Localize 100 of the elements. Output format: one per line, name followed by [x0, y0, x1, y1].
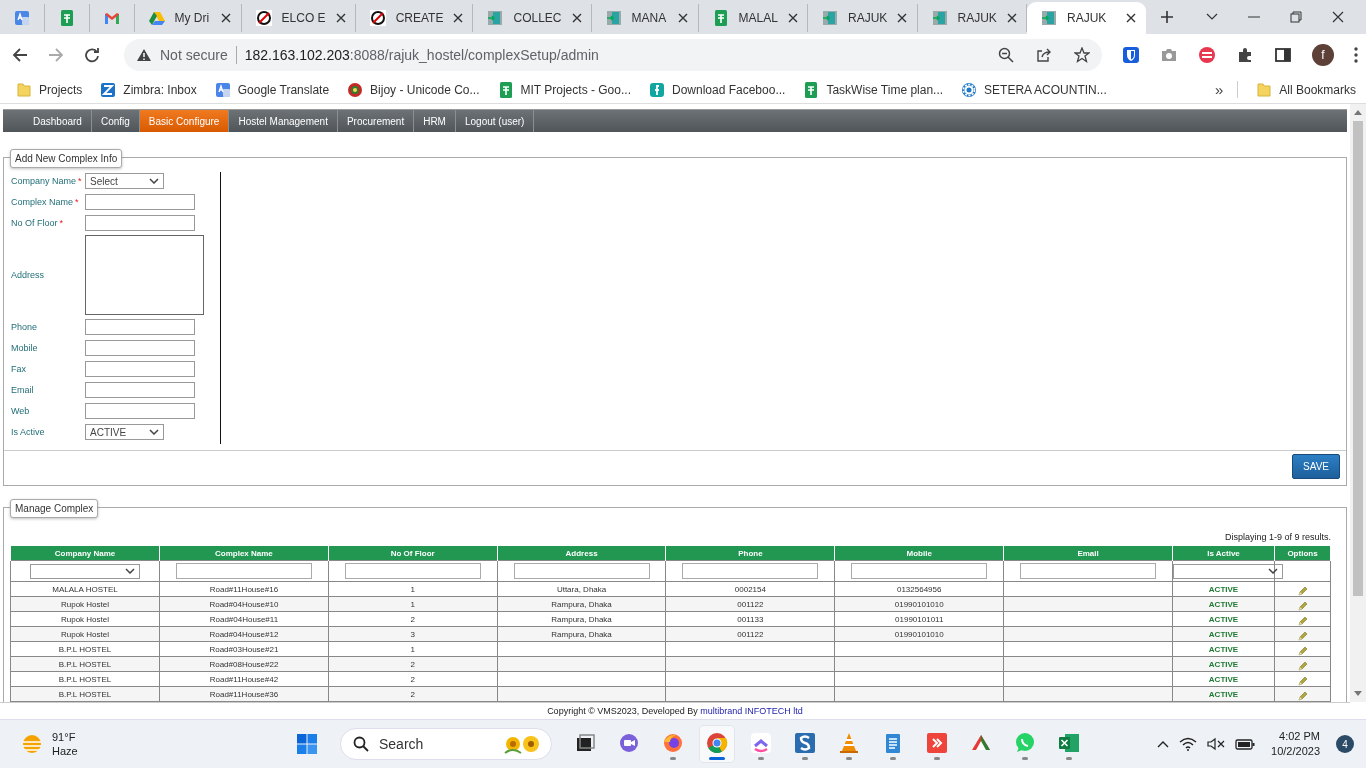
- forward-arrow-icon[interactable]: [48, 47, 64, 63]
- input-field[interactable]: [85, 319, 195, 335]
- close-icon[interactable]: [897, 13, 908, 23]
- edit-pencil-icon[interactable]: [1297, 630, 1308, 641]
- fox-globe-icon[interactable]: [662, 732, 684, 754]
- shield-icon[interactable]: [1122, 46, 1140, 64]
- menu-item[interactable]: Hostel Management: [229, 110, 338, 132]
- zoom-out-icon[interactable]: [998, 47, 1014, 63]
- close-icon[interactable]: [335, 13, 346, 23]
- side-panel-icon[interactable]: [1274, 46, 1292, 64]
- browser-logo-icon[interactable]: [706, 732, 728, 754]
- filter-field[interactable]: [175, 563, 312, 579]
- column-header[interactable]: No Of Floor: [328, 545, 498, 561]
- battery-icon[interactable]: [1235, 738, 1256, 750]
- bookmark[interactable]: Bijoy - Unicode Co...: [347, 81, 480, 98]
- more-bookmarks-button[interactable]: »: [1214, 81, 1239, 98]
- traffic-cone-icon[interactable]: [838, 732, 860, 754]
- close-icon[interactable]: [1126, 13, 1136, 23]
- input-field[interactable]: [85, 382, 195, 398]
- dropdown[interactable]: Select: [85, 173, 164, 189]
- scrollbar[interactable]: [1350, 104, 1366, 702]
- input-field[interactable]: [85, 215, 195, 231]
- menu-item[interactable]: Dashboard: [24, 110, 92, 132]
- edit-pencil-icon[interactable]: [1297, 600, 1308, 611]
- save-button[interactable]: SAVE: [1292, 454, 1340, 479]
- chevron-logo-icon[interactable]: [750, 732, 772, 754]
- column-header[interactable]: Company Name: [10, 545, 160, 561]
- scroll-thumb[interactable]: [1353, 121, 1363, 596]
- search-field[interactable]: Search: [340, 728, 552, 760]
- filter-dropdown[interactable]: [1173, 563, 1283, 579]
- browser-tab[interactable]: CREATE: [355, 4, 474, 32]
- document-logo-icon[interactable]: [794, 732, 816, 754]
- bookmark[interactable]: Google Translate: [214, 81, 330, 98]
- remote-desktop-icon[interactable]: [926, 732, 948, 754]
- input-field[interactable]: [85, 340, 195, 356]
- close-icon[interactable]: [1332, 11, 1344, 23]
- browser-tab[interactable]: My Dri: [134, 4, 242, 32]
- scroll-up-icon[interactable]: [1354, 110, 1362, 115]
- column-header[interactable]: Address: [497, 545, 666, 561]
- edit-pencil-icon[interactable]: [1297, 615, 1308, 626]
- browser-tab[interactable]: COLLEC: [473, 4, 592, 32]
- star-icon[interactable]: [1074, 47, 1090, 63]
- column-header[interactable]: Options: [1274, 545, 1331, 561]
- edit-pencil-icon[interactable]: [1297, 690, 1308, 701]
- filter-field[interactable]: [1020, 563, 1157, 579]
- close-icon[interactable]: [677, 13, 688, 23]
- column-header[interactable]: Phone: [666, 545, 835, 561]
- back-arrow-icon[interactable]: [12, 47, 28, 63]
- browser-tab[interactable]: RAJUK: [1026, 2, 1146, 34]
- scroll-down-icon[interactable]: [1354, 691, 1362, 696]
- close-icon[interactable]: [220, 13, 231, 23]
- bookmark[interactable]: Download Faceboo...: [649, 81, 786, 98]
- extensions-icon[interactable]: [1236, 46, 1254, 64]
- browser-tab[interactable]: RAJUK: [808, 4, 918, 32]
- wifi-icon[interactable]: [1179, 737, 1198, 751]
- bookmark[interactable]: Zimbra: Inbox: [100, 81, 197, 98]
- bookmark[interactable]: All Bookmarks: [1256, 81, 1356, 98]
- close-icon[interactable]: [453, 13, 464, 23]
- edit-pencil-icon[interactable]: [1297, 675, 1308, 686]
- address-bar[interactable]: Not secure 182.163.102.203:8088/rajuk_hostel/complexSetup/admin: [124, 39, 1102, 71]
- close-icon[interactable]: [571, 13, 582, 23]
- share-icon[interactable]: [1036, 47, 1052, 63]
- striped-circle-icon[interactable]: [1198, 46, 1216, 64]
- column-header[interactable]: Mobile: [834, 545, 1004, 561]
- windows-logo-icon[interactable]: [296, 733, 318, 755]
- bookmark[interactable]: MIT Projects - Goo...: [497, 81, 631, 98]
- clock[interactable]: 4:02 PM 10/2/2023: [1271, 729, 1320, 759]
- input-field[interactable]: [85, 403, 195, 419]
- column-header[interactable]: Email: [1003, 545, 1173, 561]
- menu-item[interactable]: Config: [91, 110, 140, 132]
- profile-avatar[interactable]: f: [1312, 44, 1334, 66]
- browser-tab[interactable]: ELCO E: [241, 4, 356, 32]
- chevron-down-icon[interactable]: [1206, 13, 1218, 21]
- restore-icon[interactable]: [1290, 11, 1302, 23]
- browser-tab[interactable]: RAJUK: [917, 4, 1027, 32]
- window-stack-icon[interactable]: [574, 732, 596, 754]
- chevron-up-icon[interactable]: [1157, 740, 1170, 748]
- edit-pencil-icon[interactable]: [1297, 585, 1308, 596]
- bookmark[interactable]: SETERA ACOUNTIN...: [961, 81, 1107, 98]
- text-area[interactable]: [85, 235, 204, 315]
- reload-icon[interactable]: [84, 47, 100, 63]
- notification-badge[interactable]: 4: [1336, 735, 1354, 753]
- menu-item[interactable]: HRM: [414, 110, 456, 132]
- menu-item[interactable]: Procurement: [337, 110, 415, 132]
- browser-tab[interactable]: MALAL: [698, 4, 809, 32]
- edit-pencil-icon[interactable]: [1297, 645, 1308, 656]
- filter-dropdown[interactable]: [30, 563, 140, 579]
- edit-pencil-icon[interactable]: [1297, 660, 1308, 671]
- close-icon[interactable]: [1006, 13, 1017, 23]
- speaker-muted-icon[interactable]: [1207, 737, 1226, 751]
- column-header[interactable]: Complex Name: [159, 545, 329, 561]
- new-tab-icon[interactable]: [1160, 10, 1174, 24]
- filter-field[interactable]: [513, 563, 650, 579]
- column-header[interactable]: Is Active: [1172, 545, 1275, 561]
- camera-icon[interactable]: [1160, 46, 1178, 64]
- browser-tab[interactable]: MANA: [591, 4, 699, 32]
- filter-field[interactable]: [682, 563, 819, 579]
- video-chat-icon[interactable]: [618, 732, 640, 754]
- dropdown[interactable]: ACTIVE: [85, 424, 164, 440]
- bookmark[interactable]: TaskWise Time plan...: [803, 81, 944, 98]
